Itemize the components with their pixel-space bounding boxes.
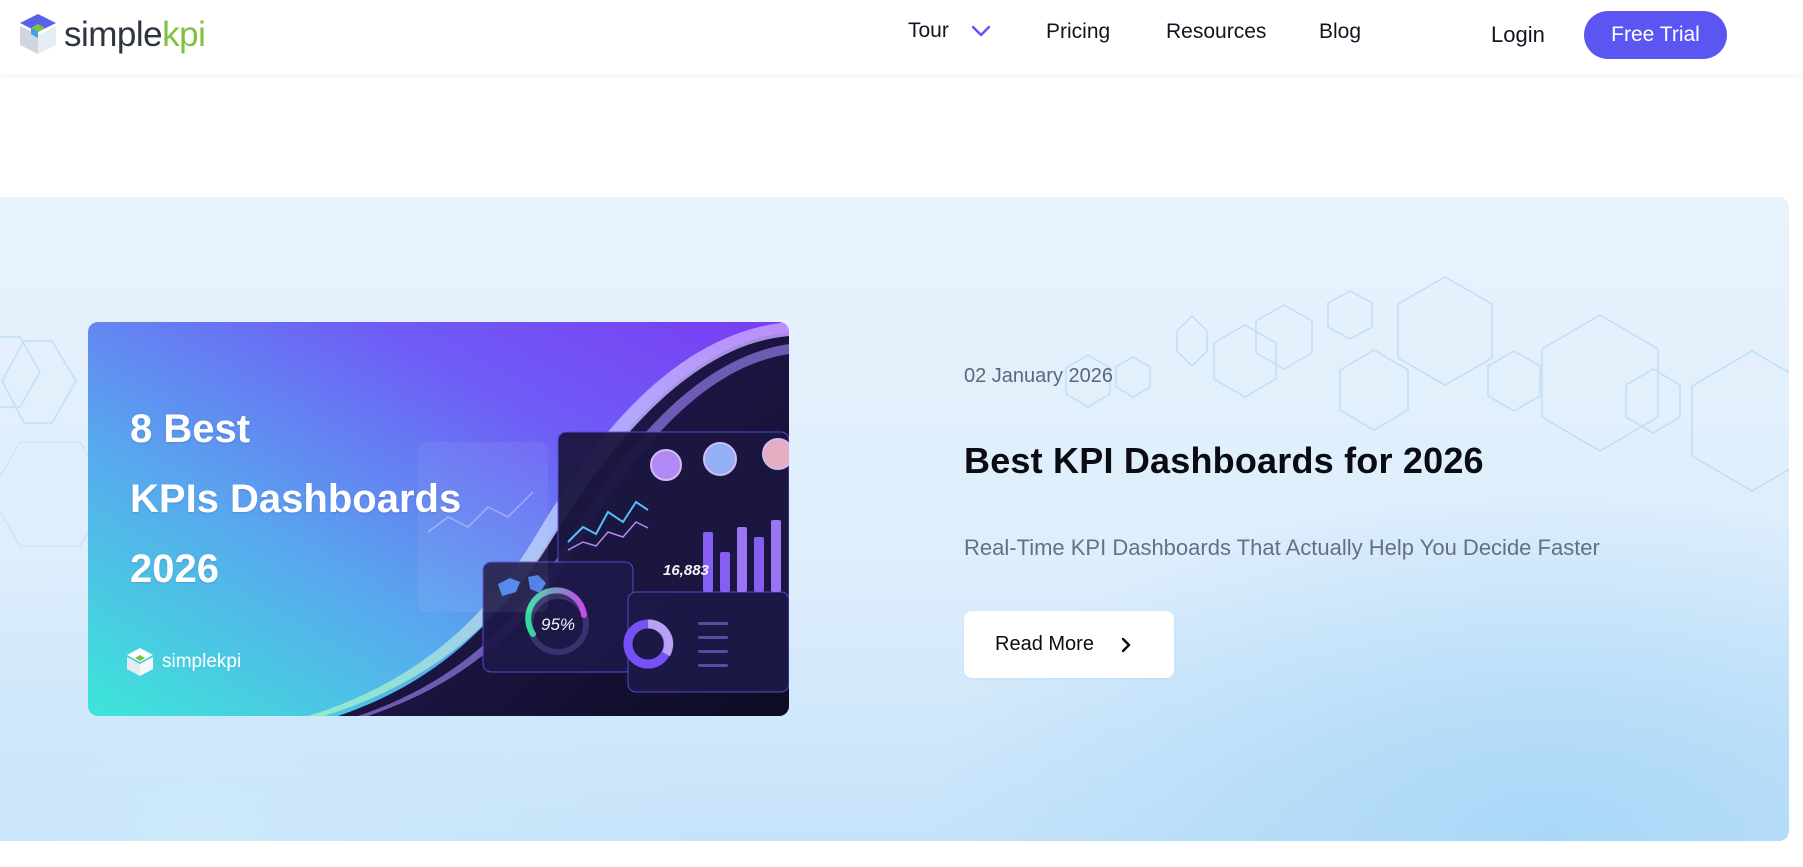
chevron-down-icon — [971, 25, 991, 37]
featured-post-panel: 95% 16,883 8 Best KPIs Dashboards 2026 s… — [0, 197, 1789, 841]
nav-tour-label: Tour — [908, 19, 949, 42]
post-subtitle: Real-Time KPI Dashboards That Actually H… — [964, 535, 1600, 560]
nav-resources[interactable]: Resources — [1166, 20, 1266, 44]
post-title[interactable]: Best KPI Dashboards for 2026 — [964, 440, 1484, 482]
main-nav: Tour Pricing Resources Blog Login — [0, 0, 1803, 70]
site-header: simplekpi Tour Pricing Resources Blog Lo… — [0, 0, 1803, 74]
nav-pricing[interactable]: Pricing — [1046, 20, 1110, 44]
svg-text:16,883: 16,883 — [663, 562, 710, 579]
featured-image-brand: simplekpi — [126, 647, 241, 677]
featured-post-image[interactable]: 95% 16,883 8 Best KPIs Dashboards 2026 s… — [88, 322, 789, 716]
nav-tour[interactable]: Tour — [908, 19, 991, 43]
post-date: 02 January 2026 — [964, 365, 1114, 387]
read-more-label: Read More — [995, 633, 1094, 655]
featured-image-brand-text: simplekpi — [162, 651, 242, 672]
featured-image-heading: 8 Best KPIs Dashboards 2026 — [130, 407, 462, 591]
free-trial-button[interactable]: Free Trial — [1584, 11, 1727, 59]
login-link[interactable]: Login — [1491, 22, 1545, 48]
nav-blog[interactable]: Blog — [1319, 20, 1361, 44]
chevron-right-icon — [1121, 637, 1131, 652]
read-more-button[interactable]: Read More — [964, 611, 1174, 678]
simplekpi-logo-icon — [127, 648, 153, 676]
svg-text:95%: 95% — [541, 615, 575, 634]
